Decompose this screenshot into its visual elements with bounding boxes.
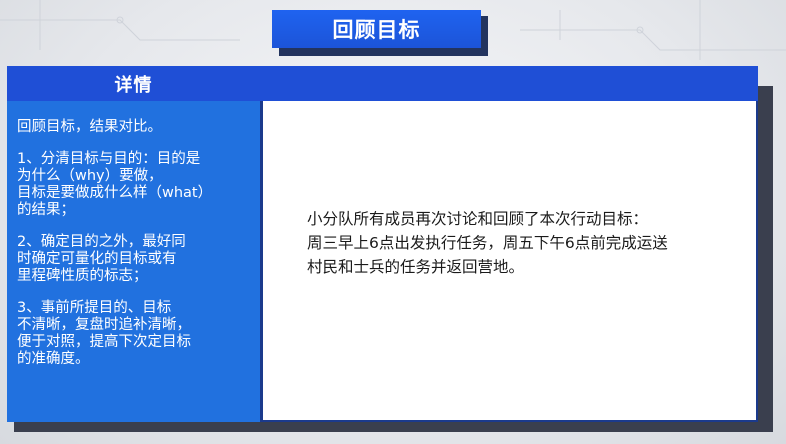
guideline-item: 2、确定目的之外，最好同 时确定可量化的目标或有 里程碑性质的标志； [17, 234, 186, 284]
page-title: 回顾目标 [272, 10, 481, 48]
guideline-panel: 回顾目标，结果对比。 1、分清目标与目的：目的是 为什么（why）要做， 目标是… [7, 101, 260, 422]
detail-header: 详情 [7, 66, 758, 101]
guideline-item: 3、事前所提目的、目标 不清晰，复盘时追补清晰， 便于对照，提高下次定目标 的准… [17, 300, 191, 367]
guideline-item: 回顾目标，结果对比。 [17, 119, 162, 135]
guideline-item: 1、分清目标与目的：目的是 为什么（why）要做， 目标是要做成什么样（what… [17, 151, 213, 218]
content-panel: 小分队所有成员再次讨论和回顾了本次行动目标： 周三早上6点出发执行任务，周五下午… [263, 101, 758, 422]
detail-label: 详情 [114, 74, 153, 96]
content-text: 小分队所有成员再次讨论和回顾了本次行动目标： 周三早上6点出发执行任务，周五下午… [307, 210, 668, 276]
detail-card: 详情 回顾目标，结果对比。 1、分清目标与目的：目的是 为什么（why）要做， … [7, 66, 758, 422]
